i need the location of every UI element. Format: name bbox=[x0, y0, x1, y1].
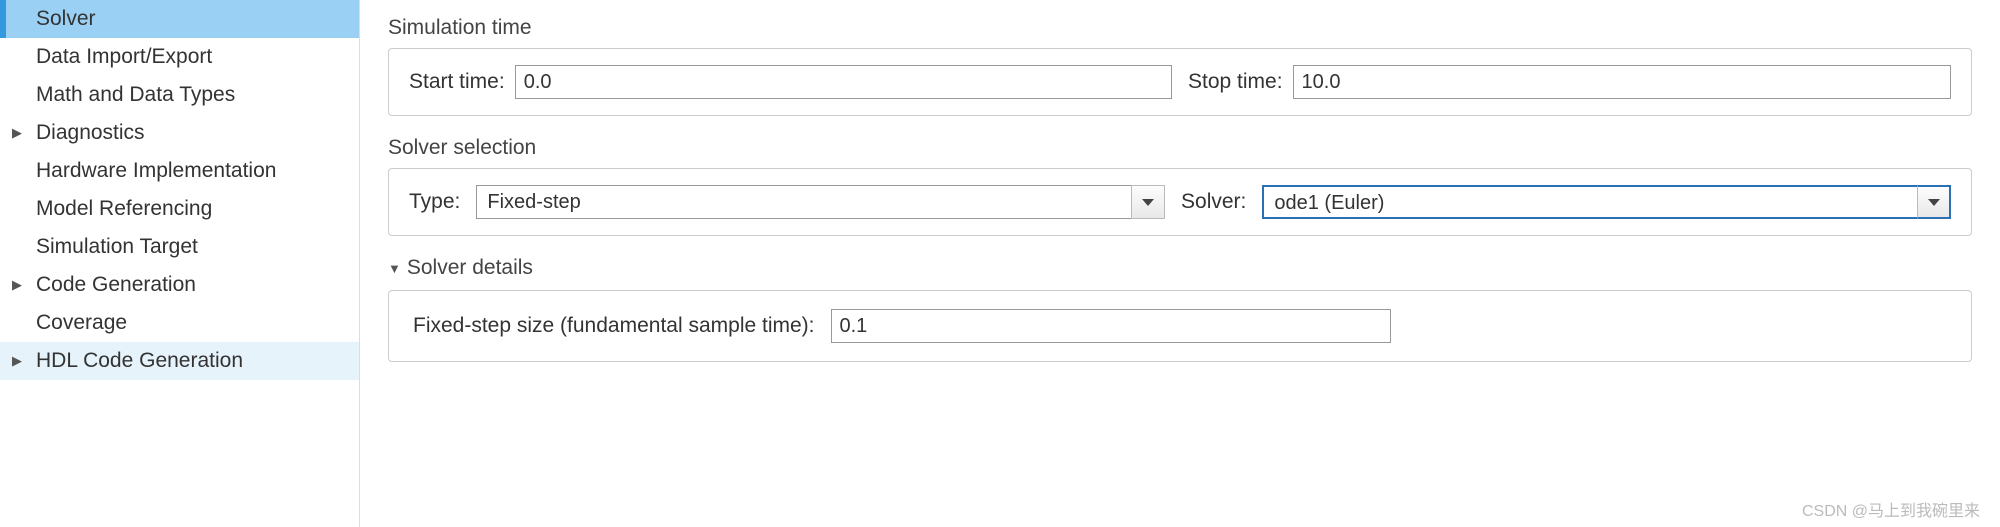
solver-select[interactable]: ode1 (Euler) bbox=[1262, 185, 1951, 219]
sidebar: Solver Data Import/Export Math and Data … bbox=[0, 0, 360, 527]
sidebar-item-simulation-target[interactable]: Simulation Target bbox=[0, 228, 359, 266]
sidebar-item-label: Hardware Implementation bbox=[36, 159, 276, 183]
sidebar-item-label: Code Generation bbox=[36, 273, 196, 297]
type-select-dropdown-button[interactable] bbox=[1131, 185, 1165, 219]
type-label: Type: bbox=[409, 190, 460, 214]
main-panel: Simulation time Start time: Stop time: S… bbox=[360, 0, 2000, 527]
chevron-down-icon bbox=[1142, 199, 1154, 206]
section-title-text: Solver selection bbox=[388, 136, 536, 160]
sidebar-item-model-referencing[interactable]: Model Referencing bbox=[0, 190, 359, 228]
simulation-time-box: Start time: Stop time: bbox=[388, 48, 1972, 116]
fixed-step-label: Fixed-step size (fundamental sample time… bbox=[413, 314, 815, 338]
sidebar-item-label: HDL Code Generation bbox=[36, 349, 243, 373]
sidebar-item-label: Solver bbox=[36, 7, 96, 31]
sidebar-item-label: Math and Data Types bbox=[36, 83, 235, 107]
sidebar-item-label: Simulation Target bbox=[36, 235, 198, 259]
section-title-text: Simulation time bbox=[388, 16, 532, 40]
section-title-text: Solver details bbox=[407, 256, 533, 280]
sidebar-item-label: Data Import/Export bbox=[36, 45, 212, 69]
sidebar-item-hardware-implementation[interactable]: Hardware Implementation bbox=[0, 152, 359, 190]
start-time-label: Start time: bbox=[409, 70, 505, 94]
sidebar-item-math-data-types[interactable]: Math and Data Types bbox=[0, 76, 359, 114]
chevron-down-icon: ▼ bbox=[388, 261, 401, 276]
start-time-input[interactable] bbox=[515, 65, 1172, 99]
simulation-time-title: Simulation time bbox=[388, 16, 1972, 40]
type-select-value: Fixed-step bbox=[476, 185, 1131, 219]
sidebar-item-diagnostics[interactable]: Diagnostics bbox=[0, 114, 359, 152]
start-time-group: Start time: bbox=[409, 65, 1172, 99]
sidebar-item-coverage[interactable]: Coverage bbox=[0, 304, 359, 342]
sidebar-item-hdl-code-generation[interactable]: HDL Code Generation bbox=[0, 342, 359, 380]
sidebar-item-label: Model Referencing bbox=[36, 197, 212, 221]
solver-selection-box: Type: Fixed-step Solver: ode1 (Euler) bbox=[388, 168, 1972, 236]
solver-select-value: ode1 (Euler) bbox=[1262, 185, 1917, 219]
stop-time-group: Stop time: bbox=[1188, 65, 1951, 99]
sidebar-item-data-import-export[interactable]: Data Import/Export bbox=[0, 38, 359, 76]
sidebar-item-label: Diagnostics bbox=[36, 121, 145, 145]
stop-time-input[interactable] bbox=[1293, 65, 1951, 99]
solver-selection-title: Solver selection bbox=[388, 136, 1972, 160]
fixed-step-input[interactable] bbox=[831, 309, 1391, 343]
sidebar-item-code-generation[interactable]: Code Generation bbox=[0, 266, 359, 304]
solver-details-section: ▼ Solver details Fixed-step size (fundam… bbox=[388, 256, 1972, 362]
sidebar-item-label: Coverage bbox=[36, 311, 127, 335]
stop-time-label: Stop time: bbox=[1188, 70, 1283, 94]
solver-details-box: Fixed-step size (fundamental sample time… bbox=[388, 290, 1972, 362]
type-select[interactable]: Fixed-step bbox=[476, 185, 1165, 219]
sidebar-item-solver[interactable]: Solver bbox=[0, 0, 359, 38]
watermark: CSDN @马上到我碗里来 bbox=[1802, 497, 1980, 521]
solver-details-title[interactable]: ▼ Solver details bbox=[388, 256, 1972, 280]
chevron-down-icon bbox=[1928, 199, 1940, 206]
solver-select-dropdown-button[interactable] bbox=[1917, 185, 1951, 219]
solver-label: Solver: bbox=[1181, 190, 1246, 214]
